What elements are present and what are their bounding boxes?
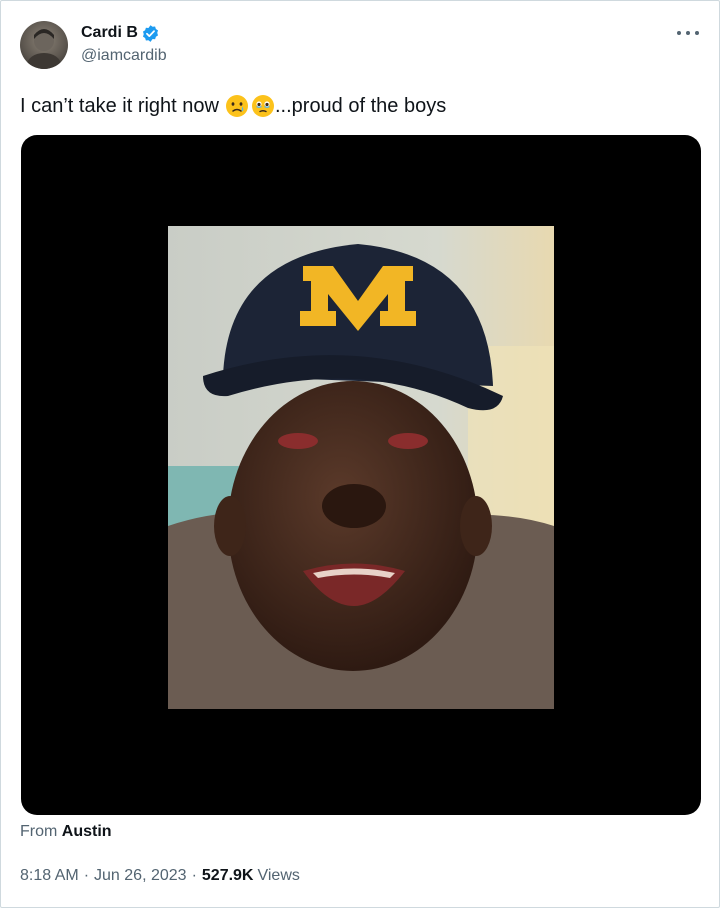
verified-badge-icon[interactable] — [141, 24, 160, 43]
crying-face-emoji — [225, 95, 248, 117]
tweet-meta: 8:18 AM · Jun 26, 2023 · 527.9K Views — [20, 867, 300, 885]
tweet-time[interactable]: 8:18 AM — [20, 867, 79, 885]
avatar[interactable] — [20, 21, 68, 69]
location-prefix: From — [20, 823, 62, 840]
location-place[interactable]: Austin — [62, 823, 112, 840]
tweet-date[interactable]: Jun 26, 2023 — [94, 867, 187, 885]
avatar-image — [27, 29, 61, 69]
tweet-text-part-2: ...proud of the boys — [274, 95, 447, 117]
more-dot — [695, 31, 699, 35]
tweet-card: Cardi B @iamcardib I can’t take it right… — [0, 0, 720, 908]
location: From Austin — [20, 823, 112, 841]
more-options-icon[interactable] — [677, 23, 699, 43]
meta-separator: · — [191, 867, 197, 884]
display-name[interactable]: Cardi B — [81, 24, 138, 42]
handle[interactable]: @iamcardib — [81, 47, 167, 65]
author-block: Cardi B @iamcardib — [81, 22, 167, 65]
tweet-text-part-1: I can’t take it right now — [20, 95, 219, 117]
video-still — [168, 226, 554, 709]
tweet-text: I can’t take it right now ...proud of th… — [20, 93, 446, 119]
views-label: Views — [257, 867, 300, 884]
meta-separator: · — [83, 867, 90, 884]
holding-back-tears-emoji — [251, 95, 274, 117]
video-frame — [168, 226, 554, 709]
name-row: Cardi B — [81, 22, 167, 44]
views-count[interactable]: 527.9K — [202, 867, 254, 885]
more-dot — [677, 31, 681, 35]
video-player[interactable] — [21, 135, 701, 815]
more-dot — [686, 31, 690, 35]
